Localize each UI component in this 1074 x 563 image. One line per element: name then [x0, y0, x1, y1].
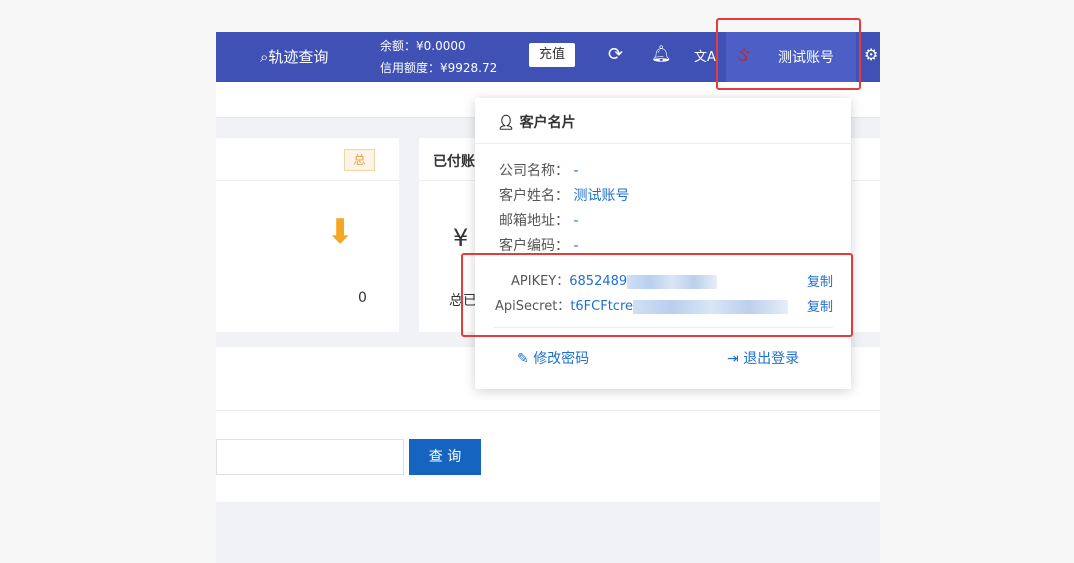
translate-icon[interactable]: 文A [694, 46, 716, 65]
download-arrow-icon: ⬇ [326, 212, 355, 252]
field-email: 邮箱地址： - [499, 213, 579, 229]
track-query-label: 轨迹查询 [268, 48, 329, 66]
field-company: 公司名称： - [499, 163, 579, 179]
gear-icon[interactable]: ⚙ [864, 45, 878, 64]
popup-title: 客户名片 [519, 115, 576, 131]
credit-text: 信用额度：¥9928.72 [380, 61, 498, 75]
user-icon: 👤︎ [497, 115, 520, 131]
yen-symbol: ¥ [453, 224, 469, 252]
search-input[interactable] [216, 439, 404, 475]
balance-text: 余额：¥0.0000 [380, 39, 466, 53]
highlight-box-user [716, 18, 861, 90]
field-name: 客户姓名： 测试账号 [499, 188, 630, 204]
highlight-box-api [461, 253, 853, 337]
query-button[interactable]: 查 询 [409, 439, 481, 475]
bell-icon[interactable]: 🔔︎ [651, 44, 671, 63]
card-value: 0 [358, 290, 367, 306]
logout-icon: ⇥ [727, 351, 744, 367]
logout-link[interactable]: ⇥ 退出登录 [727, 348, 799, 368]
card-title: 已付账 [433, 154, 475, 170]
edit-icon: ✎ [517, 351, 534, 367]
total-badge: 总 [344, 149, 375, 171]
customer-card-popup: 👤︎ 客户名片 公司名称： - 客户姓名： 测试账号 邮箱地址： - 客户编码：… [475, 98, 851, 389]
refresh-icon[interactable]: ⟳ [608, 44, 623, 65]
change-password-link[interactable]: ✎ 修改密码 [517, 348, 589, 368]
track-query-link[interactable]: ⌕轨迹查询 [260, 46, 328, 67]
field-code: 客户编码： - [499, 238, 579, 254]
recharge-button[interactable]: 充值 [529, 43, 575, 67]
summary-card: 总 ⬇ 0 [216, 138, 399, 332]
